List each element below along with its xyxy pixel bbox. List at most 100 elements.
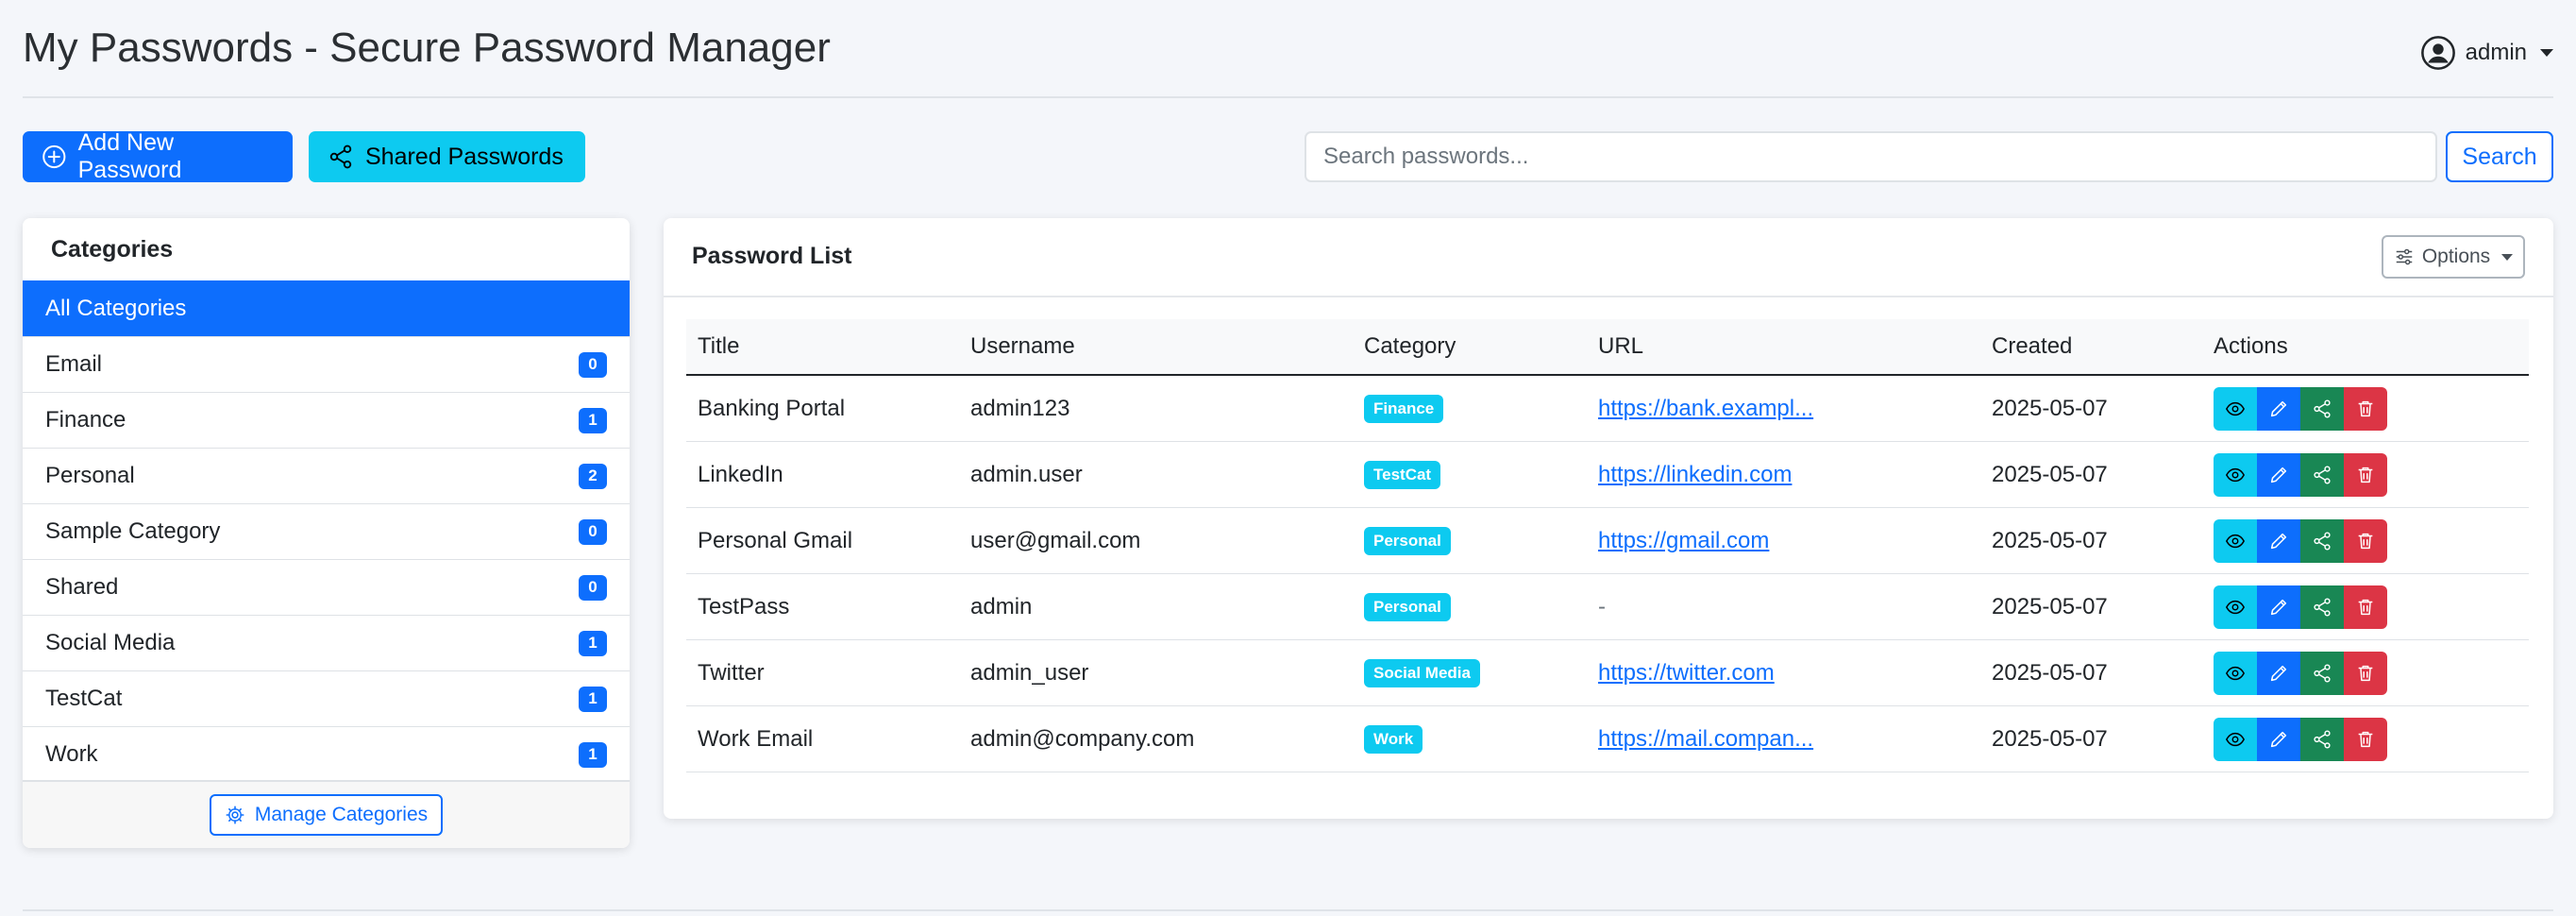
action-button-group — [2214, 651, 2517, 695]
category-item-all[interactable]: All Categories — [23, 280, 630, 336]
share-icon — [329, 144, 352, 169]
cell-url: https://twitter.com — [1587, 639, 1980, 706]
cell-url: https://mail.compan... — [1587, 705, 1980, 772]
share-button[interactable] — [2300, 518, 2344, 563]
url-link[interactable]: https://mail.compan... — [1598, 726, 1813, 752]
category-label: Email — [45, 351, 103, 377]
view-button[interactable] — [2214, 518, 2257, 563]
cell-category: TestCat — [1353, 441, 1587, 508]
share-icon — [2314, 663, 2331, 683]
view-button[interactable] — [2214, 717, 2257, 761]
column-header-category: Category — [1353, 319, 1587, 376]
pencil-icon — [2270, 400, 2287, 416]
category-item-sample-category[interactable]: Sample Category 0 — [23, 503, 630, 559]
cell-title: TestPass — [686, 573, 959, 640]
cell-username: admin@company.com — [959, 705, 1353, 772]
category-item-social-media[interactable]: Social Media 1 — [23, 615, 630, 670]
cell-category: Work — [1353, 705, 1587, 772]
url-link[interactable]: https://linkedin.com — [1598, 462, 1792, 487]
category-item-testcat[interactable]: TestCat 1 — [23, 670, 630, 726]
url-empty: - — [1598, 593, 1606, 619]
category-item-work[interactable]: Work 1 — [23, 726, 630, 782]
categories-panel: Categories All Categories Email 0 Financ… — [23, 218, 630, 848]
edit-button[interactable] — [2257, 386, 2300, 431]
action-button-group — [2214, 717, 2517, 761]
cell-actions — [2202, 507, 2529, 574]
search-input[interactable] — [1305, 131, 2437, 182]
options-dropdown-button[interactable]: Options — [2382, 235, 2525, 279]
category-count-badge: 0 — [579, 518, 607, 545]
password-list-title: Password List — [692, 243, 852, 269]
edit-button[interactable] — [2257, 651, 2300, 695]
shared-passwords-button[interactable]: Shared Passwords — [309, 131, 585, 182]
eye-icon — [2225, 600, 2246, 614]
column-header-created: Created — [1980, 319, 2202, 376]
share-icon — [2314, 465, 2331, 484]
trash-icon — [2358, 665, 2373, 681]
category-item-email[interactable]: Email 0 — [23, 336, 630, 392]
cell-created: 2025-05-07 — [1980, 375, 2202, 442]
view-button[interactable] — [2214, 386, 2257, 431]
category-label: Sample Category — [45, 518, 221, 544]
toolbar: Add New Password Shared Passwords Search — [23, 129, 2553, 184]
delete-button[interactable] — [2344, 651, 2387, 695]
category-count-badge: 1 — [579, 686, 607, 712]
trash-icon — [2358, 466, 2373, 483]
share-button[interactable] — [2300, 585, 2344, 629]
category-count-badge: 1 — [579, 407, 607, 433]
edit-button[interactable] — [2257, 585, 2300, 629]
cell-created: 2025-05-07 — [1980, 639, 2202, 706]
search-button[interactable]: Search — [2446, 131, 2553, 182]
category-item-personal[interactable]: Personal 2 — [23, 448, 630, 503]
cell-username: admin_user — [959, 639, 1353, 706]
trash-icon — [2358, 533, 2373, 549]
column-header-title: Title — [686, 319, 959, 376]
delete-button[interactable] — [2344, 518, 2387, 563]
delete-button[interactable] — [2344, 452, 2387, 497]
view-button[interactable] — [2214, 585, 2257, 629]
share-icon — [2314, 729, 2331, 749]
delete-button[interactable] — [2344, 717, 2387, 761]
page-divider — [23, 909, 2553, 911]
eye-icon — [2225, 467, 2246, 482]
share-button[interactable] — [2300, 651, 2344, 695]
action-button-group — [2214, 386, 2517, 431]
category-item-finance[interactable]: Finance 1 — [23, 392, 630, 448]
table-header-row: Title Username Category URL Created Acti… — [686, 319, 2529, 376]
edit-button[interactable] — [2257, 452, 2300, 497]
url-link[interactable]: https://gmail.com — [1598, 528, 1769, 553]
eye-icon — [2225, 401, 2246, 416]
share-button[interactable] — [2300, 386, 2344, 431]
view-button[interactable] — [2214, 452, 2257, 497]
edit-button[interactable] — [2257, 518, 2300, 563]
cell-title: LinkedIn — [686, 441, 959, 508]
eye-icon — [2225, 534, 2246, 548]
add-password-button[interactable]: Add New Password — [23, 129, 293, 183]
manage-categories-label: Manage Categories — [254, 804, 429, 825]
category-badge: Personal — [1364, 593, 1451, 621]
password-list-header: Password List Options — [664, 218, 2553, 297]
options-label: Options — [2421, 246, 2491, 267]
share-button[interactable] — [2300, 717, 2344, 761]
manage-categories-button[interactable]: Manage Categories — [209, 794, 444, 836]
trash-icon — [2358, 400, 2373, 416]
delete-button[interactable] — [2344, 386, 2387, 431]
url-link[interactable]: https://twitter.com — [1598, 660, 1775, 686]
eye-icon — [2225, 732, 2246, 746]
share-button[interactable] — [2300, 452, 2344, 497]
pencil-icon — [2270, 731, 2287, 747]
edit-button[interactable] — [2257, 717, 2300, 761]
cell-category: Personal — [1353, 507, 1587, 574]
category-count-badge: 0 — [579, 351, 607, 378]
url-link[interactable]: https://bank.exampl... — [1598, 396, 1813, 421]
delete-button[interactable] — [2344, 585, 2387, 629]
password-list-panel: Password List Options Title Username Cat… — [664, 218, 2553, 819]
view-button[interactable] — [2214, 651, 2257, 695]
column-header-username: Username — [959, 319, 1353, 376]
cell-actions — [2202, 375, 2529, 442]
user-menu[interactable]: admin — [2420, 34, 2553, 72]
category-item-shared[interactable]: Shared 0 — [23, 559, 630, 615]
cell-category: Social Media — [1353, 639, 1587, 706]
user-name: admin — [2465, 40, 2527, 65]
cell-url: https://linkedin.com — [1587, 441, 1980, 508]
